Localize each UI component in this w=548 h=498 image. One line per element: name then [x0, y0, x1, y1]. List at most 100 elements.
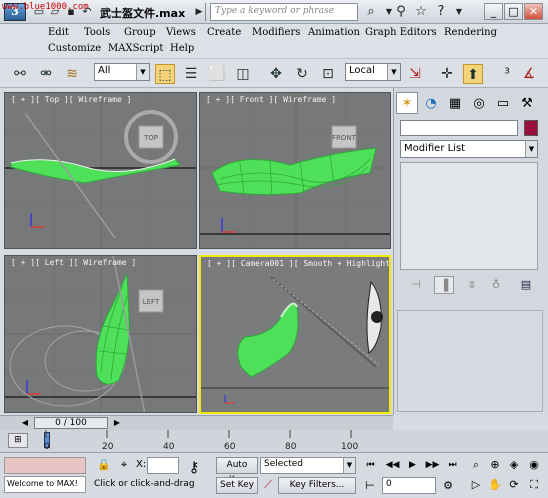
viewport-camera[interactable]: [ + ][ Camera001 ][ Smooth + Highlights … — [199, 255, 391, 414]
select-and-scale-icon[interactable]: ⊡ — [318, 64, 338, 84]
modifier-list-dropdown[interactable]: Modifier List ▼ — [400, 140, 538, 158]
next-frame-icon[interactable]: ▶ — [110, 417, 124, 429]
maximize-viewport-icon[interactable]: ⛶ — [526, 477, 542, 493]
viewport-camera-canvas — [201, 257, 389, 412]
play-icon[interactable]: ▶ — [404, 458, 421, 473]
key-icon[interactable]: ⚷ — [186, 459, 202, 475]
key-mode-toggle-icon[interactable]: ⊢ — [362, 478, 378, 494]
pin-stack-icon[interactable]: ⊣ — [406, 276, 426, 294]
menu-group[interactable]: Group — [124, 27, 156, 38]
viewport-left-label[interactable]: [ + ][ Left ][ Wireframe ] — [11, 258, 136, 267]
viewport-front-label[interactable]: [ + ][ Front ][ Wireframe ] — [206, 95, 336, 104]
viewport-top[interactable]: TOP [ + ][ Top ][ Wireframe ] — [4, 92, 197, 249]
zoom-all-icon[interactable]: ⊕ — [487, 457, 503, 473]
auto-key-button[interactable]: Auto Key — [216, 457, 258, 485]
hierarchy-tab-icon[interactable]: ▦ — [444, 92, 466, 114]
tick-label: 80 — [285, 442, 297, 452]
go-to-start-icon[interactable]: ⏮ — [362, 458, 379, 473]
remove-modifier-icon[interactable]: ♁ — [486, 276, 506, 294]
current-frame-field[interactable]: 0 — [382, 477, 436, 494]
time-slider[interactable]: ◀ 0 / 100 ▶ — [0, 415, 393, 430]
viewport-top-canvas: TOP — [5, 93, 196, 248]
menu-help[interactable]: Help — [170, 43, 194, 54]
menu-views[interactable]: Views — [166, 27, 196, 38]
communication-center-icon[interactable]: ⚲ — [392, 3, 410, 21]
viewcube-top-label: TOP — [143, 134, 158, 142]
object-name-field[interactable] — [400, 120, 518, 136]
favorites-icon[interactable]: ☆ — [412, 3, 430, 21]
selection-filter-dropdown[interactable]: All ▼ — [94, 63, 150, 81]
snaps-toggle-icon[interactable]: ³ — [497, 64, 517, 84]
minimize-button[interactable]: _ — [484, 3, 503, 20]
time-configuration-icon[interactable]: ⚙ — [440, 478, 456, 494]
pan-hand-icon[interactable]: ✋ — [487, 477, 503, 493]
menu-edit[interactable]: Edit — [48, 27, 69, 38]
object-color-swatch[interactable] — [524, 120, 538, 136]
orbit-icon[interactable]: ⟳ — [506, 477, 522, 493]
menu-animation[interactable]: Animation — [308, 27, 360, 38]
show-end-result-icon[interactable]: ▐ — [434, 276, 454, 294]
keyboard-shortcut-override-icon[interactable]: ⬆ — [463, 64, 483, 84]
previous-key-icon[interactable]: ◀◀ — [384, 458, 401, 473]
menu-graph-editors[interactable]: Graph Editors — [365, 27, 437, 38]
menu-maxscript[interactable]: MAXScript — [108, 43, 163, 54]
make-unique-icon[interactable]: ʬ — [462, 276, 482, 294]
track-bar[interactable]: ⊞ — [0, 430, 548, 452]
unlink-selection-icon[interactable]: ⚮ — [36, 64, 56, 84]
display-tab-icon[interactable]: ▭ — [492, 92, 514, 114]
undo-icon[interactable]: ↶ — [78, 3, 96, 21]
create-tab-icon[interactable]: ✶ — [396, 92, 418, 114]
rectangular-selection-icon[interactable]: ⬜ — [207, 64, 227, 84]
angle-snap-icon[interactable]: ∡ — [519, 64, 539, 84]
modifier-stack[interactable] — [400, 162, 538, 270]
key-mode-dropdown[interactable]: Selected ▼ — [260, 457, 356, 474]
go-to-end-icon[interactable]: ⏭ — [444, 458, 461, 473]
help-options-icon[interactable]: ▼ — [450, 3, 468, 21]
menu-create[interactable]: Create — [207, 27, 241, 38]
configure-modifier-sets-icon[interactable]: ▤ — [516, 276, 536, 294]
zoom-extents-all-icon[interactable]: ◉ — [526, 457, 542, 473]
select-and-manipulate-icon[interactable]: ✛ — [437, 64, 457, 84]
menu-modifiers[interactable]: Modifiers — [252, 27, 300, 38]
time-slider-thumb[interactable]: 0 / 100 — [34, 417, 108, 429]
lock-icon[interactable]: 🔒 — [96, 457, 112, 473]
search-input[interactable]: Type a keyword or phrase — [210, 3, 358, 21]
maximize-button[interactable]: □ — [504, 3, 523, 20]
mini-curve-editor-icon[interactable]: ⊞ — [8, 433, 28, 448]
modify-tab-icon[interactable]: ◔ — [420, 92, 442, 114]
absolute-mode-icon[interactable]: ⌖ — [116, 457, 132, 473]
zoom-extents-icon[interactable]: ◈ — [506, 457, 522, 473]
viewport-top-label[interactable]: [ + ][ Top ][ Wireframe ] — [11, 95, 131, 104]
close-button[interactable]: ✕ — [524, 3, 543, 20]
x-coordinate-field[interactable] — [147, 457, 179, 474]
motion-tab-icon[interactable]: ◎ — [468, 92, 490, 114]
select-and-link-icon[interactable]: ⚯ — [10, 64, 30, 84]
viewport-camera-label[interactable]: [ + ][ Camera001 ][ Smooth + Highlights … — [207, 259, 389, 268]
reference-coordinate-dropdown[interactable]: Local ▼ — [345, 63, 401, 81]
menu-rendering[interactable]: Rendering — [444, 27, 497, 38]
chevron-down-icon: ▼ — [136, 64, 149, 80]
pivot-center-icon[interactable]: ⇲ — [405, 64, 425, 84]
help-icon[interactable]: ? — [432, 3, 450, 21]
default-in-out-tangent-icon[interactable]: ⟋ — [260, 477, 276, 493]
zoom-icon[interactable]: ⌕ — [468, 457, 484, 473]
viewport-left[interactable]: LEFT [ + ][ Left ][ Wireframe ] — [4, 255, 197, 413]
next-key-icon[interactable]: ▶▶ — [424, 458, 441, 473]
previous-frame-icon[interactable]: ◀ — [18, 417, 32, 429]
field-of-view-icon[interactable]: ▷ — [468, 477, 484, 493]
binoculars-icon[interactable]: ⌕ — [362, 3, 380, 21]
utilities-tab-icon[interactable]: ⚒ — [516, 92, 538, 114]
window-crossing-icon[interactable]: ◫ — [233, 64, 253, 84]
viewport-front[interactable]: FRONT [ + ][ Front ][ Wireframe ] — [199, 92, 391, 249]
maxscript-listener-pink[interactable] — [4, 457, 86, 474]
select-and-move-icon[interactable]: ✥ — [266, 64, 286, 84]
set-key-button[interactable]: Set Key — [216, 477, 258, 494]
key-filters-button[interactable]: Key Filters... — [278, 477, 356, 494]
select-object-icon[interactable]: ⬚ — [155, 64, 175, 84]
menu-tools[interactable]: Tools — [84, 27, 110, 38]
menu-customize[interactable]: Customize — [48, 43, 101, 54]
bind-to-space-warp-icon[interactable]: ≋ — [62, 64, 82, 84]
select-by-name-icon[interactable]: ☰ — [181, 64, 201, 84]
maxscript-listener-output[interactable]: Welcome to MAX! — [4, 476, 86, 493]
select-and-rotate-icon[interactable]: ↻ — [292, 64, 312, 84]
